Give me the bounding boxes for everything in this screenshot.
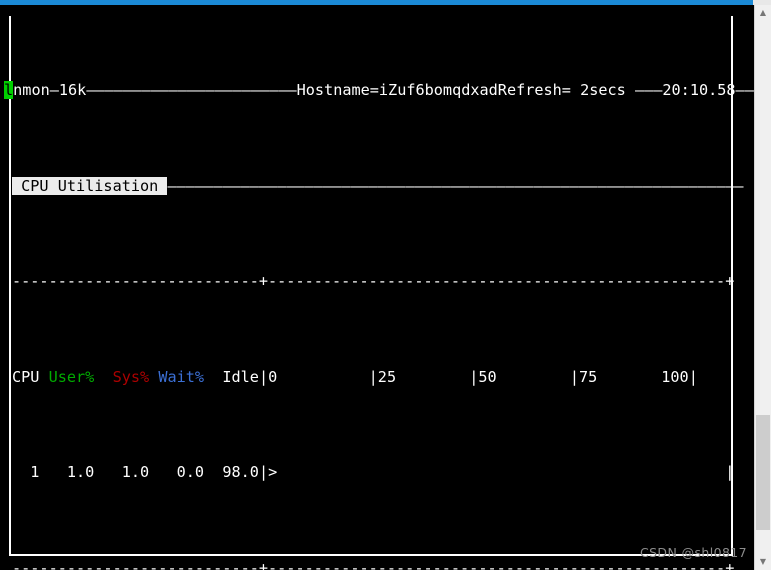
cpu-divider-bottom: ---------------------------+------------… [12, 558, 735, 570]
cpu-row-wait: 0.0 [158, 463, 205, 482]
cpu-col-cpu: CPU [12, 367, 40, 386]
cpu-column-header-row: CPU User% Sys% Wait% Idle|0 |25 |50 |75 … [4, 368, 752, 387]
cpu-panel-header-row: CPU Utilisation ————————————————————————… [4, 176, 752, 196]
cpu-row-bar: |> | [258, 463, 735, 482]
nmon-title-row: lnmon—16k———————————————————————Hostname… [4, 81, 754, 100]
nmon-title-dash-mid: ——— [634, 81, 663, 100]
cpu-row-sys: 1.0 [103, 463, 150, 482]
nmon-app-title: nmon—16k [13, 81, 87, 100]
nmon-title-dashes: ——————————————————————— [86, 81, 297, 100]
vertical-scrollbar[interactable]: ▲ ▼ [754, 5, 771, 570]
scroll-up-arrow-icon[interactable]: ▲ [755, 5, 771, 21]
terminal-cursor: l [4, 81, 14, 100]
refresh-interval-label: Refresh= 2secs [497, 81, 635, 100]
scroll-down-arrow-icon[interactable]: ▼ [755, 554, 771, 570]
scrollbar-thumb[interactable] [756, 415, 770, 530]
terminal-viewport[interactable]: lnmon—16k———————————————————————Hostname… [0, 5, 754, 570]
cpu-utilisation-title: CPU Utilisation [12, 176, 168, 195]
cpu-divider-top: ---------------------------+------------… [12, 272, 735, 291]
terminal-text-buffer: lnmon—16k———————————————————————Hostname… [4, 5, 754, 570]
cpu-row-idle: 98.0 [213, 463, 259, 482]
screen-root: ▲ ▼ lnmon—16k———————————————————————Host… [0, 0, 771, 570]
cpu-col-user: User% [48, 367, 95, 386]
hostname-label: Hostname=iZuf6bomqdxad [296, 81, 498, 100]
cpu-row-id: 1 [12, 463, 40, 482]
cpu-panel-title-rule: ————————————————————————————————————————… [167, 176, 744, 195]
clock-label: 20:10.58 [662, 81, 736, 100]
cpu-stat-row: 1 1.0 1.0 0.0 98.0|> | [4, 463, 752, 482]
cpu-col-idle: Idle [213, 367, 259, 386]
cpu-col-wait: Wait% [158, 367, 205, 386]
cpu-col-sys: Sys% [103, 367, 150, 386]
csdn-watermark: CSDN @shl0817 [639, 545, 747, 560]
cpu-scale-axis: |0 |25 |50 |75 100| [258, 367, 698, 386]
cpu-row-user: 1.0 [48, 463, 95, 482]
nmon-title-dash-tail: ————— [735, 81, 754, 100]
